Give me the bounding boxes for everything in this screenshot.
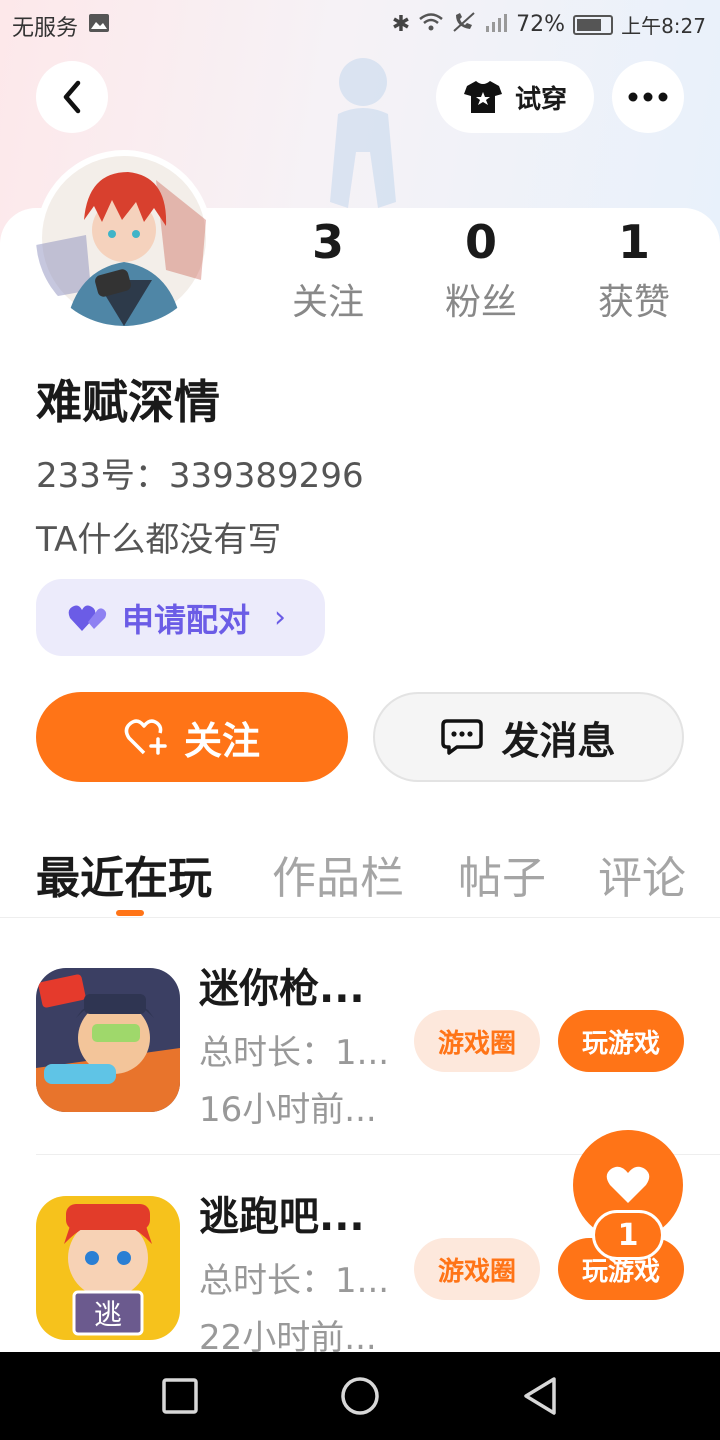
game-title: 逃跑吧... [199, 1194, 365, 1240]
tshirt-icon [463, 81, 502, 113]
stat-followers[interactable]: 0 粉丝 [421, 214, 541, 328]
game-title: 迷你枪... [199, 966, 365, 1012]
heart-plus-icon [124, 719, 167, 755]
game-duration: 总时长：1... [199, 1033, 390, 1073]
recent-apps-icon[interactable] [162, 1378, 198, 1414]
follow-label: 关注 [183, 718, 260, 763]
send-message-label: 发消息 [501, 718, 616, 763]
likes-count: 1 [617, 215, 650, 269]
tab-works[interactable]: 作品栏 [272, 842, 404, 906]
svg-text:逃: 逃 [94, 1298, 122, 1331]
stat-likes[interactable]: 1 获赞 [574, 214, 694, 328]
status-bar: 无服务 ✱ 72% 上午8:27 [0, 0, 720, 50]
call-blocked-icon [452, 11, 476, 39]
game-circle-button[interactable]: 游戏圈 [414, 1238, 540, 1300]
tab-divider [0, 917, 720, 918]
tab-recently-played[interactable]: 最近在玩 [36, 842, 212, 906]
try-on-button[interactable]: 试穿 [436, 61, 594, 133]
tab-comments[interactable]: 评论 [598, 842, 686, 906]
game-duration: 总时长：1... [199, 1261, 390, 1301]
likes-label: 获赞 [597, 282, 670, 323]
play-game-button[interactable]: 玩游戏 [558, 1010, 684, 1072]
more-button[interactable] [612, 61, 684, 133]
heart-icon [606, 1166, 650, 1203]
tab-posts[interactable]: 帖子 [458, 842, 546, 906]
user-bio: TA什么都没有写 [36, 520, 282, 560]
wifi-icon [418, 12, 444, 38]
system-nav-bar [0, 1352, 720, 1440]
request-pair-label: 申请配对 [122, 600, 251, 639]
following-count: 3 [311, 215, 344, 269]
more-dots-icon [628, 92, 668, 102]
follow-button[interactable]: 关注 [36, 692, 348, 782]
back-nav-icon[interactable] [522, 1376, 558, 1416]
profile-tabs: 最近在玩 作品栏 帖子 评论 [0, 836, 720, 918]
clock: 上午8:27 [621, 14, 706, 38]
active-tab-indicator [116, 910, 144, 916]
back-button[interactable] [36, 61, 108, 133]
chevron-right-icon: › [274, 600, 287, 635]
game-icon-escape[interactable]: 逃 [36, 1196, 180, 1340]
followers-label: 粉丝 [444, 282, 517, 323]
battery-percent: 72% [516, 12, 566, 37]
avatar[interactable] [36, 150, 212, 326]
double-heart-icon [68, 605, 107, 631]
user-id: 233号：339389296 [36, 456, 364, 496]
send-message-button[interactable]: 发消息 [373, 692, 684, 782]
game-icon-mini-gun[interactable] [36, 968, 180, 1112]
signal-icon [484, 12, 508, 38]
image-icon [88, 13, 110, 39]
try-on-label: 试穿 [514, 84, 567, 115]
bluetooth-icon: ✱ [391, 12, 411, 37]
game-last-played: 16小时前... [199, 1090, 377, 1130]
followers-count: 0 [464, 215, 497, 269]
battery-icon [573, 14, 614, 35]
like-count-badge: 1 [592, 1210, 664, 1260]
home-icon[interactable] [340, 1376, 380, 1416]
request-pair-button[interactable]: 申请配对 › [36, 579, 325, 656]
carrier-text: 无服务 [12, 16, 79, 41]
following-label: 关注 [291, 282, 364, 323]
chat-bubble-icon [441, 719, 484, 755]
dress-up-avatar-figure [318, 52, 408, 212]
stat-following[interactable]: 3 关注 [268, 214, 388, 328]
game-circle-button[interactable]: 游戏圈 [414, 1010, 540, 1072]
chevron-left-icon [63, 80, 81, 114]
user-name: 难赋深情 [36, 375, 220, 429]
